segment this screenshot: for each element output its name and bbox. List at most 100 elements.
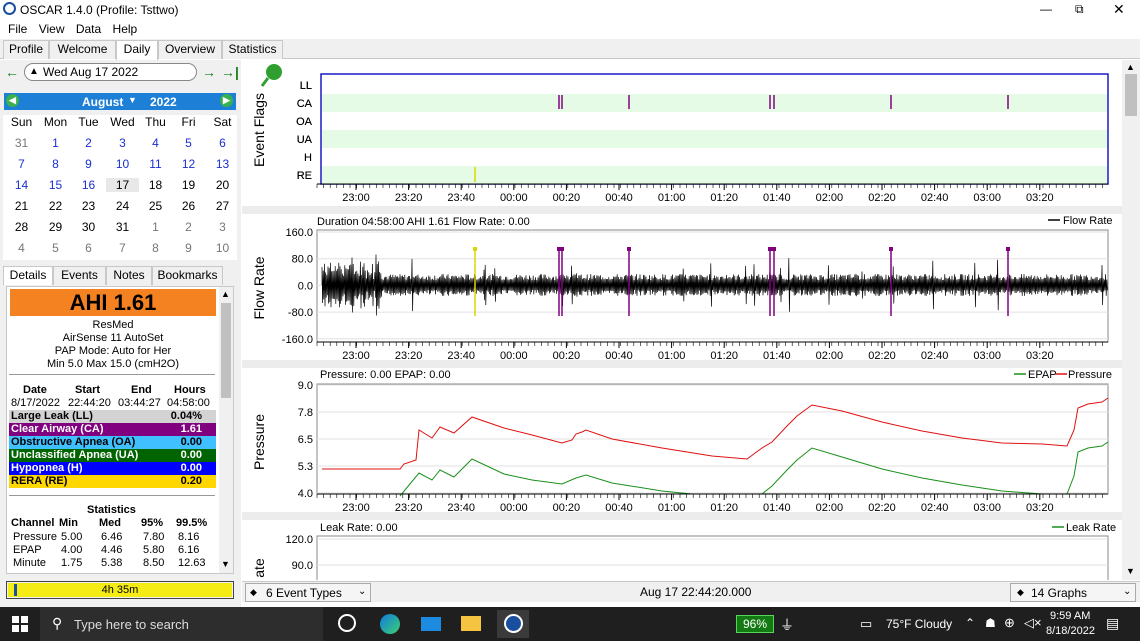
maximize-icon[interactable]: ⧉	[1075, 2, 1084, 17]
calendar-day[interactable]: 8	[139, 241, 172, 255]
edge-icon[interactable]	[380, 614, 400, 634]
clock-time[interactable]: 9:59 AM	[1050, 610, 1090, 622]
event-types-dropdown[interactable]: ◆ 6 Event Types ⌄	[245, 583, 371, 602]
calendar-day[interactable]: 20	[206, 178, 239, 192]
calendar-day[interactable]: 25	[139, 199, 172, 213]
battery-indicator[interactable]: 96%	[736, 615, 774, 633]
calendar-year[interactable]: 2022	[150, 95, 177, 109]
scroll-up-icon[interactable]: ▲	[1126, 62, 1135, 72]
weather-text[interactable]: 75°F Cloudy	[886, 617, 952, 631]
network-icon[interactable]: ☗	[985, 616, 996, 630]
calendar-day[interactable]: 31	[106, 220, 139, 234]
next-day-icon[interactable]: →	[202, 64, 216, 80]
tab-bookmarks[interactable]: Bookmarks	[152, 266, 223, 285]
event-index-row[interactable]: Large Leak (LL) 0.04%	[9, 410, 216, 423]
calendar-day[interactable]: 12	[172, 157, 205, 171]
details-scrollbar[interactable]: ▲ ▼	[219, 287, 233, 573]
chevron-down-icon[interactable]: ▼	[128, 95, 137, 105]
scroll-down-icon[interactable]: ▼	[1126, 566, 1135, 576]
calendar-day[interactable]: 1	[39, 136, 72, 150]
notification-icon[interactable]: ▤	[1106, 615, 1119, 632]
calendar-day[interactable]: 13	[206, 157, 239, 171]
calendar-day[interactable]: 2	[172, 220, 205, 234]
task-view-icon[interactable]	[338, 614, 356, 632]
menu-view[interactable]: View	[39, 22, 65, 36]
calendar-day[interactable]: 27	[206, 199, 239, 213]
mail-icon[interactable]	[421, 617, 441, 631]
calendar-day[interactable]: 3	[206, 220, 239, 234]
last-day-icon[interactable]: →|	[221, 64, 239, 80]
calendar-day[interactable]: 18	[139, 178, 172, 192]
calendar-day[interactable]: 3	[106, 136, 139, 150]
tab-welcome[interactable]: Welcome	[49, 40, 116, 59]
tab-notes[interactable]: Notes	[106, 266, 152, 285]
event-index-row[interactable]: Clear Airway (CA) 1.61	[9, 423, 216, 436]
calendar-day[interactable]: 5	[39, 241, 72, 255]
calendar-day[interactable]: 10	[106, 157, 139, 171]
calendar-day[interactable]: 31	[5, 136, 38, 150]
scroll-thumb[interactable]	[221, 303, 231, 398]
calendar-day[interactable]: 8	[39, 157, 72, 171]
calendar-day[interactable]: 5	[172, 136, 205, 150]
calendar-day[interactable]: 7	[106, 241, 139, 255]
tab-overview[interactable]: Overview	[158, 40, 222, 59]
globe-icon[interactable]: ⊕	[1004, 615, 1015, 631]
event-index-row[interactable]: RERA (RE) 0.20	[9, 475, 216, 488]
calendar-day[interactable]: 6	[72, 241, 105, 255]
calendar-day[interactable]: 30	[72, 220, 105, 234]
date-picker[interactable]: ▲ Wed Aug 17 2022	[24, 63, 197, 81]
calendar-day[interactable]: 17	[106, 178, 139, 192]
file-explorer-icon[interactable]	[461, 616, 481, 631]
menu-data[interactable]: Data	[76, 22, 101, 36]
calendar-day[interactable]: 15	[39, 178, 72, 192]
calendar-day[interactable]: 4	[5, 241, 38, 255]
menu-help[interactable]: Help	[113, 22, 138, 36]
calendar-day[interactable]: 24	[106, 199, 139, 213]
calendar-day[interactable]: 22	[39, 199, 72, 213]
clock-date[interactable]: 8/18/2022	[1046, 625, 1095, 637]
calendar-day[interactable]: 7	[5, 157, 38, 171]
windows-start-icon[interactable]	[12, 616, 28, 632]
menu-file[interactable]: File	[8, 22, 27, 36]
prev-month-icon[interactable]: ◀	[6, 94, 19, 107]
calendar-day[interactable]: 6	[206, 136, 239, 150]
taskbar-search[interactable]: ⚲ Type here to search	[40, 607, 323, 641]
event-index-row[interactable]: Obstructive Apnea (OA) 0.00	[9, 436, 216, 449]
tab-profile[interactable]: Profile	[3, 40, 49, 59]
prev-day-icon[interactable]: ←	[5, 64, 19, 80]
event-index-row[interactable]: Hypopnea (H) 0.00	[9, 462, 216, 475]
calendar-day[interactable]: 23	[72, 199, 105, 213]
calendar-day[interactable]: 9	[72, 157, 105, 171]
calendar-day[interactable]: 2	[72, 136, 105, 150]
tab-statistics[interactable]: Statistics	[222, 40, 283, 59]
calendar-day[interactable]: 21	[5, 199, 38, 213]
scroll-thumb[interactable]	[1125, 74, 1137, 116]
calendar-day[interactable]: 1	[139, 220, 172, 234]
calendar-day[interactable]: 10	[206, 241, 239, 255]
calendar-month[interactable]: August	[82, 95, 123, 109]
calendar-day[interactable]: 11	[139, 157, 172, 171]
graphs-dropdown[interactable]: ◆ 14 Graphs ⌄	[1010, 583, 1136, 602]
calendar-day[interactable]: 29	[39, 220, 72, 234]
tab-daily[interactable]: Daily	[116, 40, 158, 60]
calendar-day[interactable]: 14	[5, 178, 38, 192]
scroll-down-icon[interactable]: ▼	[221, 559, 230, 569]
event-index-row[interactable]: Unclassified Apnea (UA) 0.00	[9, 449, 216, 462]
calendar-day[interactable]: 4	[139, 136, 172, 150]
calendar-day[interactable]: 16	[72, 178, 105, 192]
calendar-day[interactable]: 28	[5, 220, 38, 234]
calendar-day[interactable]: 19	[172, 178, 205, 192]
tab-events[interactable]: Events	[53, 266, 106, 285]
next-month-icon[interactable]: ▶	[220, 94, 233, 107]
graph-scrollbar[interactable]: ▲ ▼	[1122, 60, 1140, 580]
tab-details[interactable]: Details	[3, 266, 53, 285]
weather-icon[interactable]: ▭	[860, 616, 872, 632]
chevron-up-icon[interactable]: ⌃	[965, 616, 975, 630]
close-icon[interactable]: ✕	[1113, 1, 1125, 18]
scroll-up-icon[interactable]: ▲	[221, 289, 230, 299]
minimize-icon[interactable]: —	[1040, 2, 1052, 16]
oscar-taskbar-icon[interactable]	[497, 610, 529, 638]
volume-muted-icon[interactable]: ◁×	[1024, 615, 1042, 631]
calendar-day[interactable]: 26	[172, 199, 205, 213]
calendar-day[interactable]: 9	[172, 241, 205, 255]
